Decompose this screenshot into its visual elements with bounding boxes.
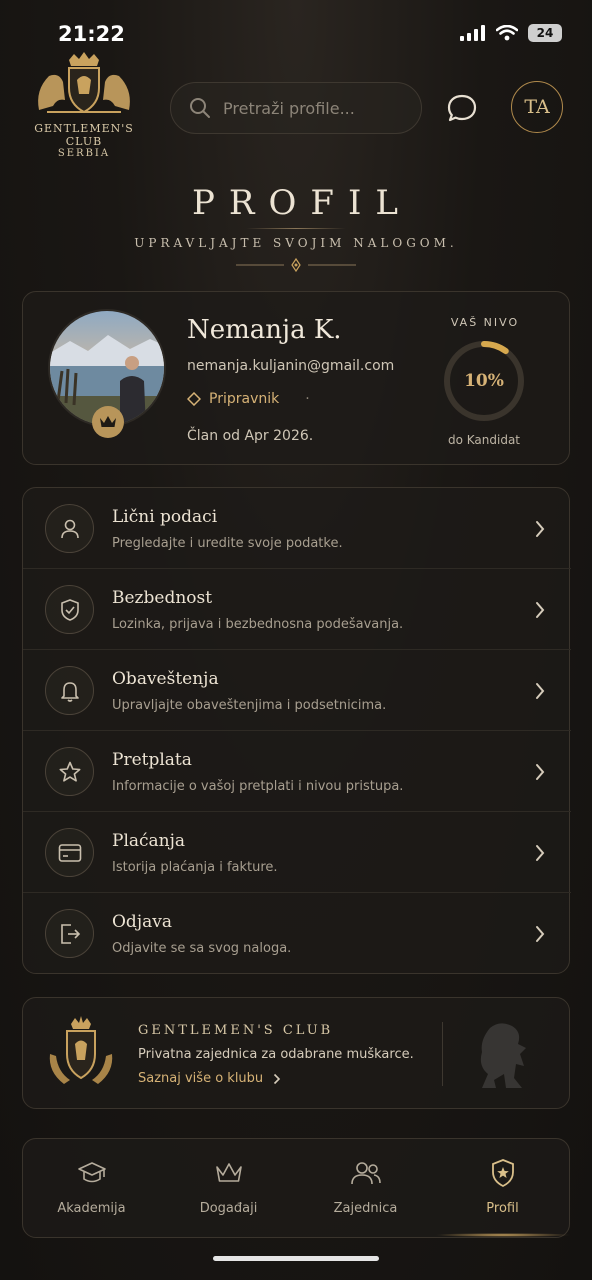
logo-title: GENTLEMEN'S CLUB bbox=[34, 122, 134, 148]
crown-icon bbox=[100, 416, 116, 427]
nav-label: Profil bbox=[486, 1201, 519, 1216]
menu-item-title: Pretplata bbox=[112, 750, 192, 770]
bottom-navigation: Akademija Događaji Zajednica Profil bbox=[22, 1138, 571, 1239]
club-description: Privatna zajednica za odabrane muškarce. bbox=[138, 1047, 414, 1062]
level-next: do Kandidat bbox=[447, 433, 521, 447]
menu-item-title: Odjava bbox=[112, 912, 172, 932]
nav-item-profile[interactable]: Profil bbox=[434, 1139, 571, 1239]
nav-label: Zajednica bbox=[333, 1201, 398, 1216]
menu-item-notifications[interactable]: Obaveštenja Upravljajte obaveštenjima i … bbox=[23, 650, 571, 731]
menu-item-title: Lični podaci bbox=[112, 507, 218, 527]
crown-icon bbox=[214, 1157, 244, 1189]
menu-item-title: Bezbednost bbox=[112, 588, 213, 608]
rank-separator: · bbox=[305, 391, 310, 407]
menu-item-security[interactable]: Bezbednost Lozinka, prijava i bezbednosn… bbox=[23, 569, 571, 650]
crest-icon bbox=[38, 52, 130, 114]
home-indicator[interactable] bbox=[213, 1256, 379, 1261]
star-icon bbox=[45, 747, 94, 796]
nav-item-events[interactable]: Događaji bbox=[160, 1139, 297, 1239]
nav-item-academy[interactable]: Akademija bbox=[23, 1139, 160, 1239]
user-icon bbox=[45, 504, 94, 553]
status-icons: 24 bbox=[460, 24, 562, 42]
menu-item-desc: Odjavite se sa svog naloga. bbox=[112, 941, 292, 956]
graduation-cap-icon bbox=[77, 1157, 107, 1189]
page-subtitle: UPRAVLJAJTE SVOJIM NALOGOM. bbox=[134, 236, 458, 250]
chevron-right-icon bbox=[536, 764, 545, 780]
battery-indicator: 24 bbox=[528, 24, 562, 42]
menu-item-logout[interactable]: Odjava Odjavite se sa svog naloga. bbox=[23, 893, 571, 974]
profile-rank: Pripravnik · bbox=[187, 391, 310, 407]
club-crest-icon bbox=[49, 1016, 113, 1084]
chevron-right-icon bbox=[536, 521, 545, 537]
chevron-right-icon bbox=[274, 1073, 281, 1084]
club-title: GENTLEMEN'S CLUB bbox=[138, 1023, 334, 1038]
chat-bubble-icon bbox=[447, 94, 477, 122]
credit-card-icon bbox=[45, 828, 94, 877]
rank-badge bbox=[92, 406, 124, 438]
menu-item-desc: Istorija plaćanja i fakture. bbox=[112, 860, 278, 875]
club-divider bbox=[442, 1022, 443, 1086]
page-title: PROFIL bbox=[192, 183, 412, 223]
user-avatar-button[interactable]: TA bbox=[511, 81, 563, 133]
title-ornament bbox=[0, 254, 592, 276]
nav-item-community[interactable]: Zajednica bbox=[297, 1139, 434, 1239]
menu-item-title: Plaćanja bbox=[112, 831, 186, 851]
chevron-right-icon bbox=[536, 602, 545, 618]
club-logo[interactable]: GENTLEMEN'S CLUB SERBIA bbox=[18, 50, 150, 159]
shield-check-icon bbox=[45, 585, 94, 634]
menu-item-payments[interactable]: Plaćanja Istorija plaćanja i fakture. bbox=[23, 812, 571, 893]
chevron-right-icon bbox=[536, 926, 545, 942]
menu-item-desc: Informacije o vašoj pretplati i nivou pr… bbox=[112, 779, 404, 794]
club-learn-more-link[interactable]: Saznaj više o klubu bbox=[138, 1071, 281, 1086]
diamond-icon bbox=[187, 392, 201, 406]
nav-label: Događaji bbox=[199, 1201, 258, 1216]
ornament-divider-icon bbox=[236, 257, 356, 273]
menu-item-desc: Upravljajte obaveštenjima i podsetnicima… bbox=[112, 698, 387, 713]
level-percent: 10% bbox=[464, 371, 504, 391]
level-label: VAŠ NIVO bbox=[450, 316, 520, 329]
profile-rank-label: Pripravnik bbox=[209, 391, 280, 407]
status-time: 21:22 bbox=[58, 22, 125, 46]
title-rule bbox=[246, 228, 346, 229]
settings-menu: Lični podaci Pregledajte i uredite svoje… bbox=[22, 487, 571, 974]
lion-icon bbox=[480, 1023, 526, 1088]
signal-icon bbox=[460, 25, 485, 41]
menu-item-personal[interactable]: Lični podaci Pregledajte i uredite svoje… bbox=[23, 488, 571, 569]
nav-label: Akademija bbox=[57, 1201, 126, 1216]
menu-item-subscription[interactable]: Pretplata Informacije o vašoj pretplati … bbox=[23, 731, 571, 812]
menu-item-title: Obaveštenja bbox=[112, 669, 219, 689]
active-tab-glow bbox=[435, 1233, 571, 1237]
profile-email: nemanja.kuljanin@gmail.com bbox=[187, 358, 395, 374]
menu-item-desc: Pregledajte i uredite svoje podatke. bbox=[112, 536, 343, 551]
search-placeholder: Pretraži profile... bbox=[223, 98, 355, 118]
shield-star-icon bbox=[490, 1157, 516, 1189]
menu-item-desc: Lozinka, prijava i bezbednosna podešavan… bbox=[112, 617, 404, 632]
users-icon bbox=[350, 1157, 382, 1189]
wifi-icon bbox=[496, 25, 518, 41]
search-icon bbox=[190, 98, 210, 118]
chevron-right-icon bbox=[536, 845, 545, 861]
logo-subtitle: SERBIA bbox=[57, 148, 111, 159]
logout-icon bbox=[45, 909, 94, 958]
member-since: Član od Apr 2026. bbox=[187, 428, 314, 444]
search-input[interactable]: Pretraži profile... bbox=[170, 82, 422, 134]
club-link-label: Saznaj više o klubu bbox=[138, 1071, 264, 1086]
chevron-right-icon bbox=[536, 683, 545, 699]
chat-button[interactable] bbox=[444, 90, 480, 126]
profile-name: Nemanja K. bbox=[187, 315, 342, 345]
bell-icon bbox=[45, 666, 94, 715]
